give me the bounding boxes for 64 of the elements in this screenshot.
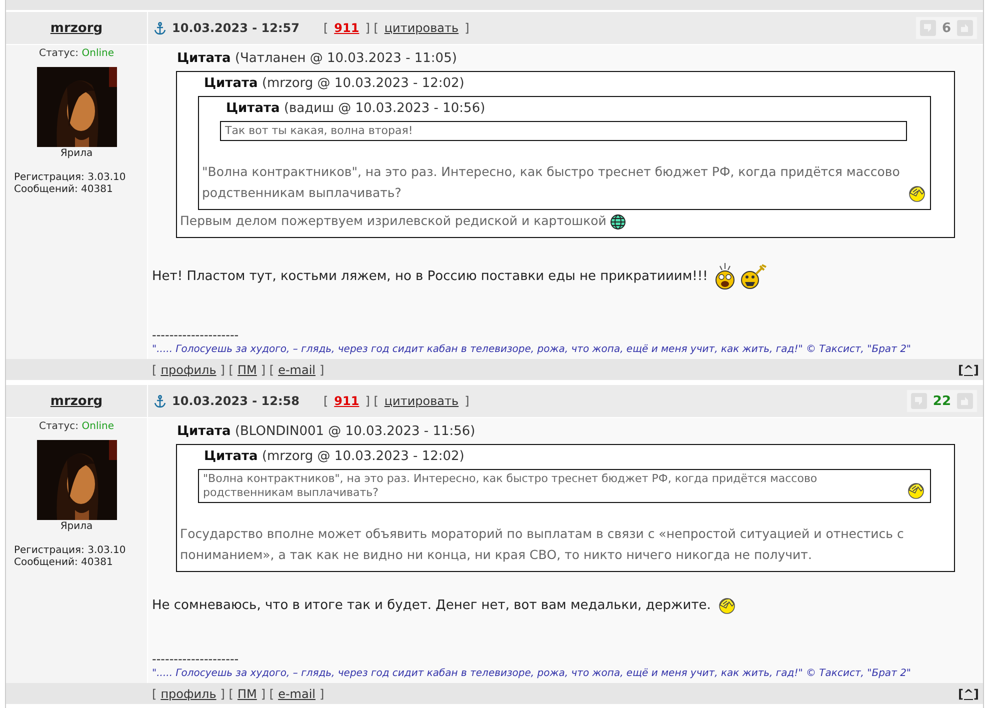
bracket-text: [ [323, 394, 328, 408]
facepalm-smiley-icon [716, 596, 737, 614]
bracket-text: ] [ [220, 362, 234, 376]
rocker-smiley-icon [740, 264, 768, 290]
registration-date: Регистрация: 3.03.10 [14, 545, 126, 557]
bracket-text: ] [ [220, 686, 234, 700]
quote-header: Цитата (Чатланен @ 10.03.2023 - 11:05) [177, 51, 458, 66]
globe-smiley-icon [610, 214, 626, 230]
reputation-link[interactable]: 911 [334, 394, 360, 408]
bracket-text: ] [ [365, 394, 378, 408]
author-link[interactable]: mrzorg [50, 394, 103, 408]
rating-value: 6 [942, 20, 951, 36]
text-link[interactable]: профиль [160, 686, 216, 700]
bracket-text: ] [ [260, 362, 274, 376]
text-link[interactable]: цитировать [384, 394, 459, 408]
bracket-text: ] [464, 394, 470, 408]
bracket-text: ] [464, 21, 470, 35]
anchor-icon[interactable] [154, 22, 166, 34]
quote-header: Цитата (mrzorg @ 10.03.2023 - 12:02) [204, 76, 466, 91]
signature-divider: -------------------- [152, 652, 239, 666]
bracket-text: [ [152, 362, 157, 376]
quote-text: Государство вполне может объявить мораторий по выплатам в связи с «непростой ситуацией и отнестись с пониманием», а так как не видно ни конца, ни края СВО, то никто ничего никогда не получит. [180, 525, 905, 564]
avatar-caption: Ярила [60, 148, 93, 159]
quote-text: Первым делом пожертвуем изрилевской редиской и картошкой [180, 212, 606, 230]
text-link[interactable]: профиль [160, 362, 216, 376]
text-link[interactable]: ПМ [237, 686, 257, 700]
shocked-smiley-icon [714, 262, 736, 290]
registration-date: Регистрация: 3.03.10 [14, 172, 126, 184]
back-to-top-link[interactable]: [^] [958, 362, 979, 376]
bracket-text: [ [323, 21, 328, 35]
bracket-text: ] [320, 362, 324, 376]
quote-header: Цитата (вадиш @ 10.03.2023 - 10:56) [226, 101, 486, 116]
message-count: Сообщений: 40381 [14, 557, 114, 569]
author-link[interactable]: mrzorg [50, 20, 103, 36]
text-link[interactable]: цитировать [384, 21, 459, 35]
bracket-text: ] [320, 686, 324, 700]
signature-text: "..... Голосуешь за худого, – глядь, через год сидит кабан в телевизоре, рожа, что жопа, ещё и меня учит, как жить, гад!" © Таксист, "Брат 2" [152, 344, 912, 355]
quote-text: "Волна контрактников", на это раз. Интересно, как быстро треснет бюджет РФ, когда придётся массово родственникам выплачивать? [203, 472, 818, 500]
bracket-text: ] [ [260, 686, 274, 700]
quote-header: Цитата (mrzorg @ 10.03.2023 - 12:02) [204, 449, 466, 464]
text-link[interactable]: e-mail [278, 362, 316, 376]
message-text: Нет! Пластом тут, костьми ляжем, но в Россию поставки еды не прикратииим!!! [152, 268, 708, 284]
avatar-caption: Ярила [60, 521, 93, 532]
signature-divider: -------------------- [152, 328, 239, 342]
status-text: Статус: Online [39, 48, 114, 59]
back-to-top-link[interactable]: [^] [958, 686, 979, 700]
anchor-icon[interactable] [154, 394, 166, 408]
quote-text: "Волна контрактников", на это раз. Интересно, как быстро треснет бюджет РФ, когда придётся массово родственникам выплачивать? [202, 163, 901, 202]
post-date: 10.03.2023 - 12:57 [172, 21, 300, 35]
text-link[interactable]: e-mail [278, 686, 316, 700]
facepalm-smiley-icon [907, 184, 927, 202]
rating-value: 22 [932, 394, 951, 408]
quote-text: Так вот ты какая, волна вторая! [225, 124, 413, 138]
bracket-text: [ [152, 686, 157, 700]
text-link[interactable]: ПМ [237, 362, 257, 376]
message-count: Сообщений: 40381 [14, 184, 114, 196]
message-text: Не сомневаюсь, что в итоге так и будет. Денег нет, вот вам медальки, держите. [152, 598, 711, 612]
reputation-link[interactable]: 911 [334, 21, 360, 35]
quote-header: Цитата (BLONDIN001 @ 10.03.2023 - 11:56) [177, 424, 476, 439]
post-date: 10.03.2023 - 12:58 [172, 394, 300, 408]
facepalm-smiley-icon [906, 481, 926, 499]
signature-text: "..... Голосуешь за худого, – глядь, через год сидит кабан в телевизоре, рожа, что жопа, ещё и меня учит, как жить, гад!" © Таксист, "Брат 2" [152, 668, 912, 679]
status-text: Статус: Online [39, 421, 114, 432]
bracket-text: ] [ [365, 21, 378, 35]
